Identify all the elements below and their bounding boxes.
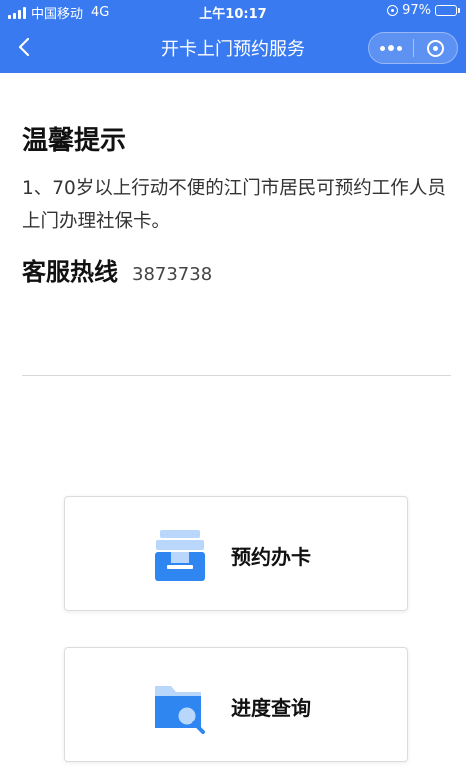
battery-icon xyxy=(435,5,460,16)
notice-title: 温馨提示 xyxy=(22,126,127,156)
status-right: 97% xyxy=(387,3,460,18)
section-divider xyxy=(22,375,451,376)
apply-card-label: 预约办卡 xyxy=(231,545,311,569)
app-screen: 中国移动 4G 上午10:17 97% 开卡上门预约服务 温馨提示 1、70岁以… xyxy=(0,0,466,779)
close-button[interactable] xyxy=(414,33,457,63)
hotline: 客服热线 3873738 xyxy=(22,252,212,287)
apply-card-button[interactable]: 预约办卡 xyxy=(64,496,408,611)
hotline-label: 客服热线 xyxy=(22,258,118,286)
orientation-lock-icon xyxy=(387,5,399,16)
mini-program-capsule xyxy=(368,32,458,64)
status-bar: 中国移动 4G 上午10:17 97% xyxy=(0,0,466,22)
battery-percent: 97% xyxy=(402,3,431,18)
more-button[interactable] xyxy=(369,33,413,63)
progress-query-label: 进度查询 xyxy=(231,696,311,720)
progress-query-button[interactable]: 进度查询 xyxy=(64,647,408,762)
notice-body: 1、70岁以上行动不便的江门市居民可预约工作人员上门办理社保卡。 xyxy=(22,178,446,232)
nav-bar: 开卡上门预约服务 xyxy=(0,22,466,73)
more-dots-icon xyxy=(380,45,385,51)
inbox-tray-icon xyxy=(155,530,205,581)
hotline-number: 3873738 xyxy=(132,264,213,285)
target-ring-icon xyxy=(426,39,444,57)
folder-search-icon xyxy=(155,686,205,734)
